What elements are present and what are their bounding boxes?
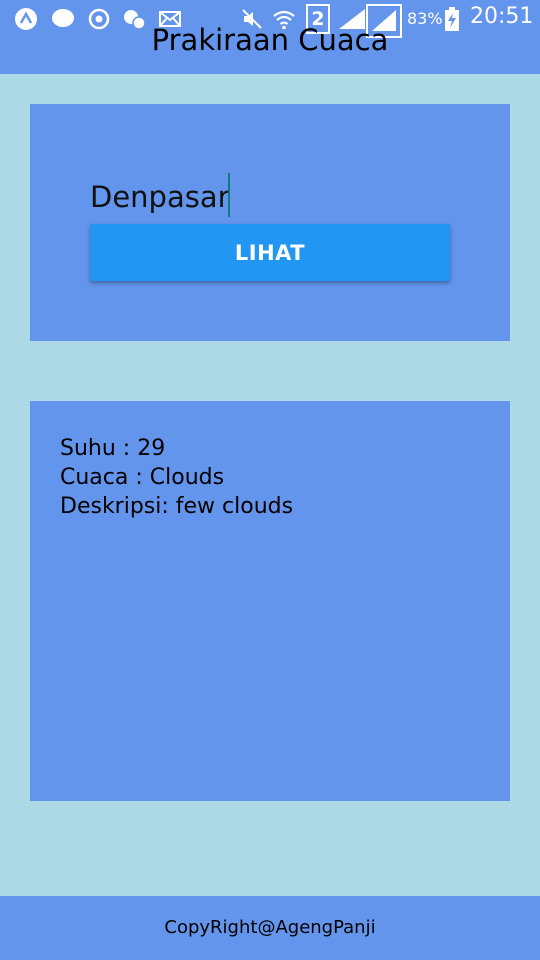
lihat-button[interactable]: LIHAT — [90, 224, 450, 281]
result-panel: Suhu : 29 Cuaca : Clouds Deskripsi: few … — [30, 401, 510, 801]
app-screen: 2 83% 20:51 Prakiraan Cuaca LIHAT Suhu :… — [0, 0, 540, 960]
city-input[interactable] — [90, 176, 450, 218]
cuaca-text: Cuaca : Clouds — [60, 465, 225, 490]
weather-info: Suhu : 29 Cuaca : Clouds Deskripsi: few … — [60, 434, 293, 521]
text-cursor — [228, 173, 230, 217]
deskripsi-text: Deskripsi: few clouds — [60, 494, 294, 519]
page-title: Prakiraan Cuaca — [151, 23, 389, 57]
footer: CopyRight@AgengPanji — [0, 896, 540, 960]
search-panel: LIHAT — [30, 104, 510, 341]
copyright-text: CopyRight@AgengPanji — [164, 917, 376, 938]
top-bar: 2 83% 20:51 Prakiraan Cuaca — [0, 0, 540, 74]
suhu-text: Suhu : 29 — [60, 436, 166, 461]
